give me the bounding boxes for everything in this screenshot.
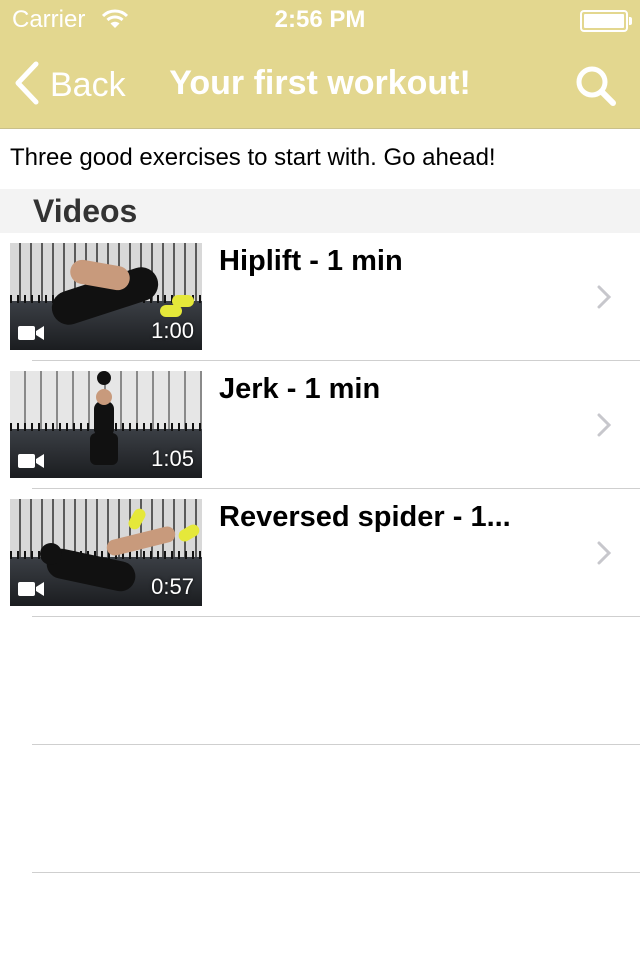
page-title: Your first workout! [169, 64, 471, 102]
chevron-left-icon [14, 61, 40, 110]
video-row[interactable]: 1:00 Hiplift - 1 min [0, 233, 640, 361]
section-header-videos: Videos [0, 189, 640, 233]
video-duration: 0:57 [151, 574, 194, 599]
chevron-right-icon [596, 285, 612, 309]
video-row[interactable]: 0:57 Reversed spider - 1... [0, 489, 640, 617]
video-camera-icon [18, 325, 44, 341]
status-time: 2:56 PM [274, 6, 366, 33]
video-thumbnail: 1:00 [10, 243, 202, 350]
top-bar: Carrier 2:56 PM Back Your first workout! [0, 0, 640, 129]
video-duration: 1:00 [151, 318, 194, 343]
video-thumbnail: 0:57 [10, 499, 202, 606]
search-button[interactable] [574, 64, 618, 108]
section-title: Videos [33, 193, 138, 229]
row-divider [32, 744, 640, 745]
battery-icon [580, 10, 632, 32]
chevron-right-icon [596, 541, 612, 565]
video-camera-icon [18, 581, 44, 597]
chevron-right-icon [596, 413, 612, 437]
navigation-bar: Back Your first workout! [0, 40, 640, 128]
row-divider [32, 616, 640, 617]
video-camera-icon [18, 453, 44, 469]
video-duration: 1:05 [151, 446, 194, 471]
video-title: Jerk - 1 min [219, 373, 381, 405]
row-divider [32, 872, 640, 873]
search-icon [574, 66, 618, 112]
back-label: Back [50, 65, 126, 104]
video-row[interactable]: 1:05 Jerk - 1 min [0, 361, 640, 489]
video-title: Reversed spider - 1... [219, 501, 511, 533]
intro-text: Three good exercises to start with. Go a… [10, 144, 496, 171]
video-title: Hiplift - 1 min [219, 245, 403, 277]
status-bar: Carrier 2:56 PM [0, 0, 640, 40]
video-thumbnail: 1:05 [10, 371, 202, 478]
back-button[interactable]: Back [14, 60, 126, 110]
